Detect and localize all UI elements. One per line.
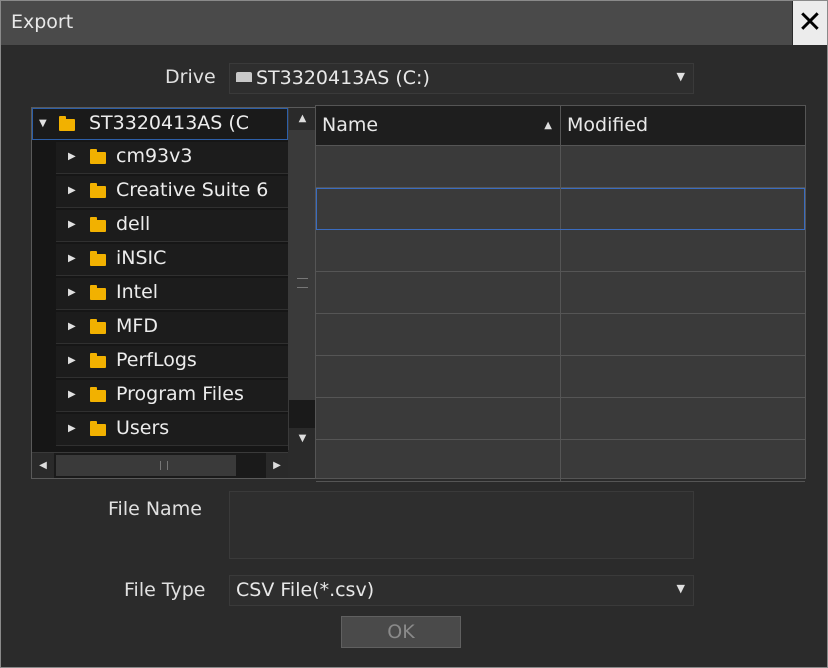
dialog-title: Export — [11, 11, 74, 33]
cell-name — [316, 356, 561, 397]
tree-item[interactable]: ▶ Creative Suite 6 — [56, 176, 288, 208]
scroll-left-arrow-icon[interactable]: ◀ — [32, 453, 54, 478]
scroll-right-arrow-icon[interactable]: ▶ — [266, 453, 288, 478]
tree-horizontal-scrollbar[interactable]: ◀ ▶ — [32, 452, 288, 478]
tree-item[interactable]: ▶ Intel — [56, 278, 288, 310]
drive-value: ST3320413AS (C:) — [256, 67, 430, 89]
file-name-label: File Name — [108, 498, 202, 520]
expand-arrow-icon[interactable]: ▶ — [68, 389, 76, 400]
folder-icon — [90, 251, 106, 266]
file-type-label: File Type — [124, 579, 206, 601]
expand-arrow-icon[interactable]: ▶ — [68, 423, 76, 434]
cell-modified — [561, 230, 805, 271]
folder-open-icon — [59, 116, 75, 131]
cell-name — [316, 398, 561, 439]
expand-arrow-icon[interactable]: ▶ — [68, 287, 76, 298]
file-type-select[interactable]: CSV File(*.csv) ▼ — [229, 575, 694, 606]
export-dialog: Export ✕ Drive ST3320413AS (C:) ▼ ▼ ST33… — [0, 0, 828, 668]
cell-name — [316, 314, 561, 355]
cell-name — [316, 272, 561, 313]
title-bar: Export ✕ — [1, 1, 827, 46]
close-button[interactable]: ✕ — [792, 1, 827, 45]
tree-item-label: Creative Suite 6 — [116, 179, 269, 201]
expand-arrow-icon[interactable]: ▶ — [68, 185, 76, 196]
folder-icon — [90, 387, 106, 402]
tree-item[interactable]: ▶ iNSIC — [56, 244, 288, 276]
scroll-corner — [288, 450, 315, 478]
table-row[interactable] — [316, 398, 805, 440]
tree-item-label: ST3320413AS (C — [89, 112, 250, 134]
folder-icon — [90, 353, 106, 368]
cell-name — [316, 146, 561, 187]
cell-modified — [561, 398, 805, 439]
tree-item[interactable]: ▶ Program Files — [56, 380, 288, 412]
scroll-thumb[interactable] — [289, 130, 315, 400]
file-list-header: Name ▲ Modified — [316, 106, 805, 146]
cell-name — [316, 188, 561, 229]
tree-vertical-scrollbar[interactable]: ▲ ▼ — [288, 108, 315, 450]
file-type-value: CSV File(*.csv) — [236, 579, 375, 601]
ok-button[interactable]: OK — [341, 616, 461, 648]
tree-item-label: cm93v3 — [116, 145, 193, 167]
tree-item-label: Intel — [116, 281, 159, 303]
table-row[interactable] — [316, 314, 805, 356]
tree-item-label: PerfLogs — [116, 349, 197, 371]
cell-modified — [561, 146, 805, 187]
tree-item-root[interactable]: ▼ ST3320413AS (C — [32, 108, 288, 140]
drive-label: Drive — [165, 66, 216, 88]
expand-arrow-icon[interactable]: ▶ — [68, 253, 76, 264]
expand-arrow-icon[interactable]: ▶ — [68, 321, 76, 332]
file-list[interactable]: Name ▲ Modified — [315, 105, 806, 482]
drive-select[interactable]: ST3320413AS (C:) ▼ — [229, 63, 694, 94]
cell-modified — [561, 314, 805, 355]
folder-tree[interactable]: ▼ ST3320413AS (C ▶ cm93v3 ▶ Creative Suite … — [31, 107, 316, 479]
table-row[interactable] — [316, 356, 805, 398]
tree-item[interactable]: ▶ PerfLogs — [56, 346, 288, 378]
table-row[interactable] — [316, 188, 805, 230]
collapse-arrow-icon[interactable]: ▼ — [39, 118, 47, 129]
tree-item[interactable]: ▶ MFD — [56, 312, 288, 344]
folder-icon — [90, 217, 106, 232]
scroll-down-arrow-icon[interactable]: ▼ — [289, 428, 315, 450]
folder-icon — [90, 319, 106, 334]
tree-item-label: Users — [116, 417, 170, 439]
file-name-input[interactable] — [229, 491, 694, 559]
chevron-down-icon: ▼ — [676, 582, 685, 595]
table-row[interactable] — [316, 230, 805, 272]
scroll-thumb-horizontal[interactable] — [56, 455, 236, 476]
tree-item-label: iNSIC — [116, 247, 167, 269]
table-row[interactable] — [316, 146, 805, 188]
folder-icon — [90, 421, 106, 436]
table-row[interactable] — [316, 440, 805, 482]
scroll-up-arrow-icon[interactable]: ▲ — [289, 108, 315, 130]
folder-icon — [90, 285, 106, 300]
table-row[interactable] — [316, 272, 805, 314]
expand-arrow-icon[interactable]: ▶ — [68, 355, 76, 366]
tree-item-label: MFD — [116, 315, 158, 337]
drive-icon — [236, 71, 252, 82]
tree-item-label: dell — [116, 213, 151, 235]
sort-ascending-icon: ▲ — [544, 120, 552, 131]
cell-name — [316, 440, 561, 481]
cell-name — [316, 230, 561, 271]
folder-icon — [90, 149, 106, 164]
tree-item[interactable]: ▶ Users — [56, 414, 288, 446]
cell-modified — [561, 440, 805, 481]
tree-item[interactable]: ▶ dell — [56, 210, 288, 242]
tree-item-label: Program Files — [116, 383, 244, 405]
cell-modified — [561, 356, 805, 397]
column-header-modified[interactable]: Modified — [561, 106, 805, 145]
chevron-down-icon: ▼ — [676, 70, 685, 83]
cell-modified — [561, 188, 805, 229]
tree-item[interactable]: ▶ cm93v3 — [56, 142, 288, 174]
column-header-name[interactable]: Name ▲ — [316, 106, 561, 145]
expand-arrow-icon[interactable]: ▶ — [68, 219, 76, 230]
folder-icon — [90, 183, 106, 198]
expand-arrow-icon[interactable]: ▶ — [68, 151, 76, 162]
cell-modified — [561, 272, 805, 313]
